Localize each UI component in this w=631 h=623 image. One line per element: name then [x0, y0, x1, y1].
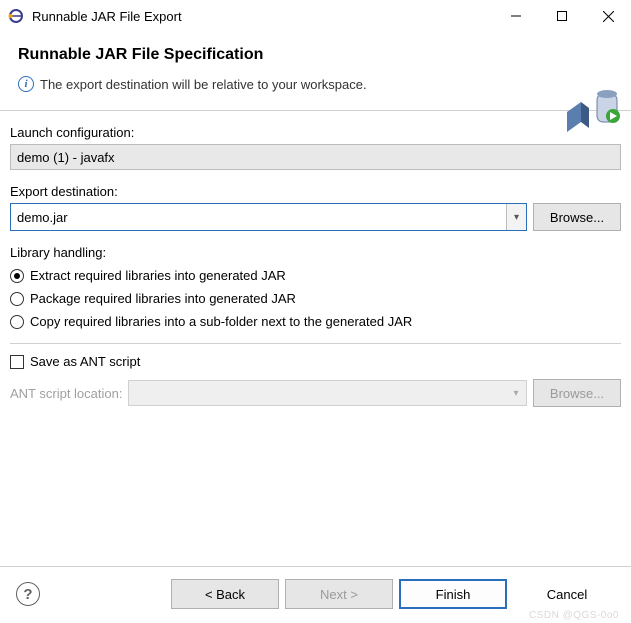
radio-icon [10, 292, 24, 306]
radio-package[interactable]: Package required libraries into generate… [10, 291, 621, 306]
jar-icon [567, 80, 623, 139]
header-message: i The export destination will be relativ… [18, 76, 613, 92]
content-area: Launch configuration: demo (1) - javafx … [0, 111, 631, 421]
radio-extract-label: Extract required libraries into generate… [30, 268, 286, 283]
radio-package-label: Package required libraries into generate… [30, 291, 296, 306]
launch-config-combo[interactable]: demo (1) - javafx [10, 144, 621, 170]
browse-export-button[interactable]: Browse... [533, 203, 621, 231]
next-button: Next > [285, 579, 393, 609]
library-handling-label: Library handling: [10, 245, 621, 260]
watermark: CSDN @QGS-0o0 [529, 610, 619, 621]
maximize-button[interactable] [539, 0, 585, 32]
radio-icon [10, 315, 24, 329]
radio-copy[interactable]: Copy required libraries into a sub-folde… [10, 314, 621, 329]
info-icon: i [18, 76, 34, 92]
chevron-down-icon[interactable]: ▾ [506, 204, 526, 230]
wizard-header: Runnable JAR File Specification i The ex… [0, 32, 631, 110]
help-button[interactable]: ? [16, 582, 40, 606]
minimize-button[interactable] [493, 0, 539, 32]
eclipse-icon [8, 8, 24, 24]
window-title: Runnable JAR File Export [32, 9, 493, 24]
header-message-text: The export destination will be relative … [40, 77, 367, 92]
save-ant-checkbox[interactable]: Save as ANT script [10, 354, 621, 369]
checkbox-icon [10, 355, 24, 369]
back-button[interactable]: < Back [171, 579, 279, 609]
export-dest-input[interactable]: demo.jar ▾ [10, 203, 527, 231]
launch-config-label: Launch configuration: [10, 125, 621, 140]
export-dest-value: demo.jar [17, 210, 68, 225]
window-buttons [493, 0, 631, 32]
radio-copy-label: Copy required libraries into a sub-folde… [30, 314, 412, 329]
close-button[interactable] [585, 0, 631, 32]
section-separator [10, 343, 621, 344]
page-title: Runnable JAR File Specification [18, 46, 613, 64]
cancel-button[interactable]: Cancel [513, 579, 621, 609]
chevron-down-icon: ▾ [506, 381, 526, 405]
export-dest-label: Export destination: [10, 184, 621, 199]
ant-location-label: ANT script location: [10, 386, 122, 401]
ant-location-input: ▾ [128, 380, 527, 406]
finish-button[interactable]: Finish [399, 579, 507, 609]
launch-config-value: demo (1) - javafx [17, 150, 115, 165]
radio-icon [10, 269, 24, 283]
library-handling-group: Extract required libraries into generate… [10, 268, 621, 329]
save-ant-label: Save as ANT script [30, 354, 140, 369]
browse-ant-button: Browse... [533, 379, 621, 407]
titlebar: Runnable JAR File Export [0, 0, 631, 32]
radio-extract[interactable]: Extract required libraries into generate… [10, 268, 621, 283]
